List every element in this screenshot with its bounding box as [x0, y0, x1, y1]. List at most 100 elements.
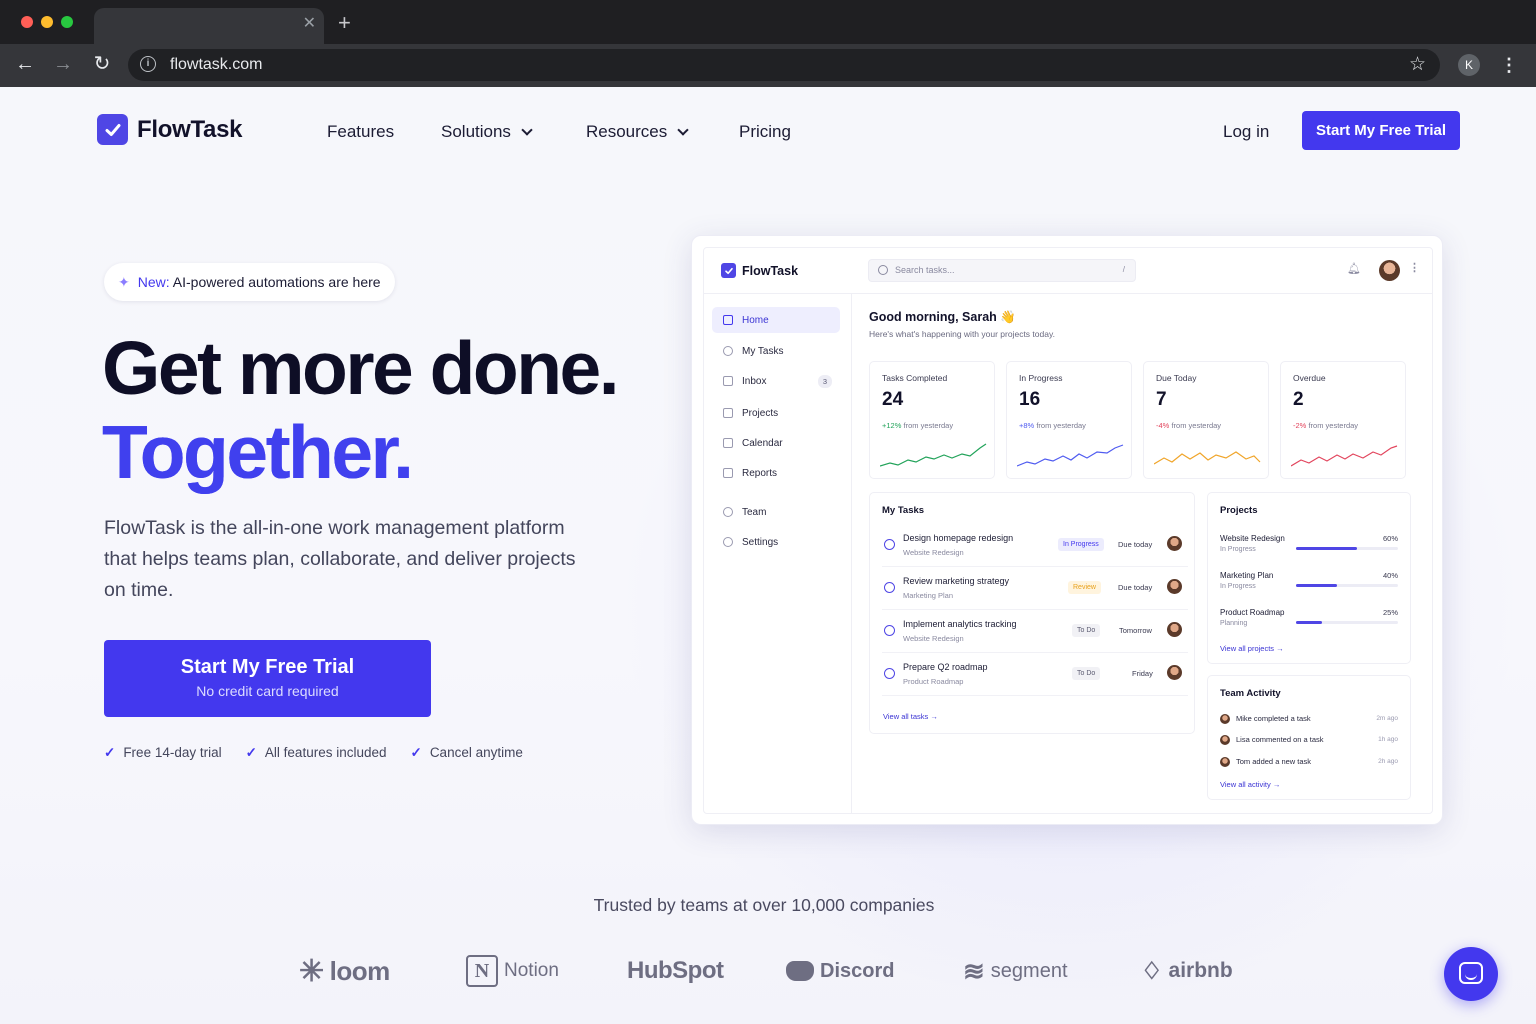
forward-icon[interactable]: → — [51, 53, 75, 75]
stat-change-suffix: from yesterday — [1308, 421, 1359, 430]
start-trial-button-header[interactable]: Start My Free Trial — [1302, 111, 1460, 150]
discord-logo: Discord — [786, 949, 894, 993]
stat-change: +12% from yesterday — [882, 421, 953, 430]
avatar — [1167, 536, 1182, 551]
sidebar-item-team[interactable]: Team — [712, 499, 840, 525]
logo-label: airbnb — [1168, 959, 1233, 982]
discord-controller-icon — [786, 961, 814, 981]
project-item[interactable]: Marketing Plan In Progress 40% — [1220, 571, 1398, 605]
task-project: Product Roadmap — [903, 677, 964, 686]
search-icon — [878, 265, 888, 275]
browser-menu-icon[interactable]: ⋮ — [1500, 52, 1518, 78]
stat-card-in-progress[interactable]: In Progress 16 +8% from yesterday — [1006, 361, 1132, 479]
sidebar-item-inbox[interactable]: Inbox 3 — [712, 368, 840, 394]
activity-item[interactable]: Mike completed a task 2m ago — [1220, 712, 1398, 728]
task-checkbox[interactable] — [884, 539, 895, 550]
stat-card-overdue[interactable]: Overdue 2 -2% from yesterday — [1280, 361, 1406, 479]
inbox-count-badge: 3 — [818, 375, 832, 388]
segment-s-icon: ≋ — [963, 955, 985, 986]
task-project: Marketing Plan — [903, 591, 954, 600]
cta-title: Start My Free Trial — [180, 656, 355, 678]
task-checkbox[interactable] — [884, 625, 895, 636]
sidebar-item-home[interactable]: Home — [712, 307, 840, 333]
check-item: ✓ Cancel anytime — [411, 745, 523, 761]
progress-fill — [1296, 621, 1322, 624]
project-item[interactable]: Website Redesign In Progress 60% — [1220, 534, 1398, 568]
sparkline-chart — [1017, 444, 1124, 467]
sidebar-item-reports[interactable]: Reports — [712, 460, 840, 486]
project-name: Website Redesign — [1220, 534, 1285, 543]
close-window-button[interactable] — [21, 16, 33, 28]
view-all-tasks-link[interactable]: View all tasks → — [883, 712, 938, 721]
sidebar-item-label: Settings — [742, 536, 779, 548]
sidebar-item-label: My Tasks — [742, 345, 784, 357]
profile-avatar[interactable]: K — [1458, 54, 1480, 76]
address-bar[interactable]: i flowtask.com ☆ — [128, 49, 1440, 81]
url-text[interactable]: flowtask.com — [170, 56, 262, 74]
login-link[interactable]: Log in — [1223, 122, 1269, 142]
announcement-badge[interactable]: ✦ New: AI-powered automations are here — [104, 263, 395, 301]
nav-pricing[interactable]: Pricing — [739, 122, 791, 142]
avatar[interactable] — [1379, 260, 1400, 281]
close-tab-icon[interactable]: ✕ — [303, 16, 316, 32]
logo-label: segment — [990, 959, 1068, 982]
logo-label: HubSpot — [627, 957, 724, 984]
sidebar-item-calendar[interactable]: Calendar — [712, 430, 840, 456]
site-info-icon[interactable]: i — [140, 56, 156, 72]
task-row[interactable]: Prepare Q2 roadmap Product Roadmap To Do… — [882, 653, 1188, 696]
brand-logo[interactable]: FlowTask — [97, 114, 242, 145]
bell-icon[interactable]: 🔔︎ — [1347, 262, 1361, 275]
sidebar-item-projects[interactable]: Projects — [712, 400, 840, 426]
more-vertical-icon[interactable]: ⋮ — [1409, 261, 1420, 274]
sidebar-item-my-tasks[interactable]: My Tasks — [712, 338, 840, 364]
check-icon: ✓ — [410, 745, 422, 760]
stat-card-due-today[interactable]: Due Today 7 -4% from yesterday — [1143, 361, 1269, 479]
new-tab-button[interactable]: + — [338, 10, 351, 36]
activity-time: 2h ago — [1378, 758, 1398, 765]
project-item[interactable]: Product Roadmap Planning 25% — [1220, 608, 1398, 642]
progress-bar — [1296, 547, 1398, 550]
maximize-window-button[interactable] — [61, 16, 73, 28]
browser-tab[interactable]: ✕ — [94, 8, 324, 44]
feature-checklist: ✓ Free 14-day trial ✓ All features include… — [104, 745, 523, 761]
project-name: Marketing Plan — [1220, 571, 1274, 580]
stat-change: +8% from yesterday — [1019, 421, 1086, 430]
task-checkbox[interactable] — [884, 582, 895, 593]
arrow-right-icon: → — [930, 712, 938, 721]
view-all-activity-link[interactable]: View all activity → — [1220, 780, 1280, 789]
stat-card-tasks-completed[interactable]: Tasks Completed 24 +12% from yesterday — [869, 361, 995, 479]
stat-change: -4% from yesterday — [1156, 421, 1221, 430]
back-icon[interactable]: ← — [13, 53, 37, 75]
view-all-projects-link[interactable]: View all projects → — [1220, 644, 1284, 653]
task-row[interactable]: Implement analytics tracking Website Red… — [882, 610, 1188, 653]
landing-page: FlowTask Features Solutions Resources Pr… — [0, 87, 1536, 1024]
inbox-icon — [723, 376, 733, 386]
task-row[interactable]: Design homepage redesign Website Redesig… — [882, 524, 1188, 567]
nav-solutions[interactable]: Solutions — [441, 122, 533, 142]
project-status: In Progress — [1220, 583, 1256, 590]
view-all-activity-label: View all activity — [1220, 780, 1271, 789]
app-search-input[interactable]: Search tasks... / — [868, 259, 1136, 282]
stat-change-value: +12% — [882, 421, 902, 430]
nav-solutions-label: Solutions — [441, 122, 511, 141]
check-logo-icon — [721, 263, 736, 278]
minimize-window-button[interactable] — [41, 16, 53, 28]
nav-resources[interactable]: Resources — [586, 122, 689, 142]
task-title: Implement analytics tracking — [903, 619, 1017, 629]
airbnb-belo-icon: ♢ — [1141, 957, 1163, 985]
task-checkbox[interactable] — [884, 668, 895, 679]
nav-features[interactable]: Features — [327, 122, 394, 142]
reload-icon[interactable]: ↻ — [90, 53, 114, 75]
activity-item[interactable]: Lisa commented on a task 1h ago — [1220, 733, 1398, 749]
bookmark-star-icon[interactable]: ☆ — [1409, 53, 1426, 76]
sidebar-item-settings[interactable]: Settings — [712, 529, 840, 555]
start-trial-button-hero[interactable]: Start My Free Trial No credit card requi… — [104, 640, 431, 717]
project-name: Product Roadmap — [1220, 608, 1285, 617]
activity-item[interactable]: Tom added a new task 2h ago — [1220, 755, 1398, 771]
arrow-right-icon: → — [1276, 644, 1284, 653]
logo-label: Notion — [504, 960, 559, 981]
chat-launcher-button[interactable] — [1444, 947, 1498, 1001]
trusted-by-text: Trusted by teams at over 10,000 companie… — [593, 895, 935, 915]
task-row[interactable]: Review marketing strategy Marketing Plan… — [882, 567, 1188, 610]
stat-value: 2 — [1293, 389, 1304, 410]
